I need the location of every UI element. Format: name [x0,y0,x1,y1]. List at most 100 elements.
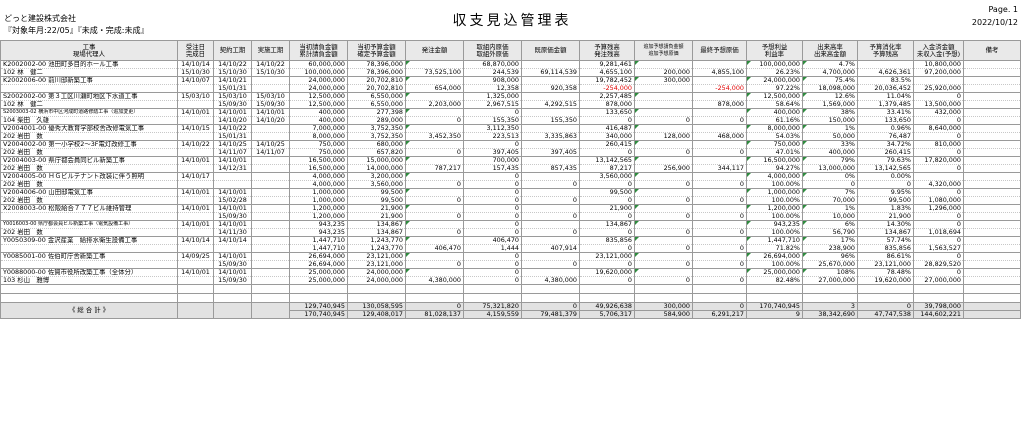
value-cell: 256,900 [634,164,693,173]
table-row: Y0016003-00 県庁都会員ビル新築工事（電気設備工事） 14/10/01 1… [0,220,1021,229]
total-value-cell: 47,747,538 [857,310,914,319]
value-cell [405,268,464,277]
value-cell: 4.7% [802,60,858,69]
value-cell: 0 [579,196,635,205]
notes-cell [963,268,1021,277]
value-cell [692,268,747,277]
value-cell [692,60,747,69]
value-cell: 300,000 [634,76,693,85]
page-number: Page. 1 [988,5,1018,14]
value-cell: 0 [913,188,964,197]
notes-cell [963,188,1021,197]
value-cell: 0 [692,260,747,269]
value-cell: 21,900 [857,212,914,221]
notes-cell [963,212,1021,221]
table-row: 15/09/30 26,694,000 23,121,000 0 0 0 0 0 0 100.00… [0,260,1021,269]
date-cell: 15/10/30 [177,68,214,77]
date-cell [177,228,214,237]
value-cell: 0 [913,116,964,125]
table-row: 15/01/31 24,000,000 20,702,810 654,000 12,35… [0,84,1021,93]
empty-cell [521,293,580,303]
value-cell: 0 [634,196,693,205]
value-cell: 2,257,485 [579,92,635,101]
value-cell: 750,000 [289,140,348,149]
value-cell: 0 [463,260,522,269]
actual-period-cell [251,124,290,133]
contract-period-cell: 15/02/28 [213,196,252,205]
value-cell [692,252,747,261]
notes-cell [963,68,1021,77]
value-cell: 4,000,000 [746,172,803,181]
actual-period-cell [251,252,290,261]
table-row: 1,447,710 1,243,770 406,470 1,444 407,914 0 0 0… [0,244,1021,253]
value-cell: 0 [463,204,522,213]
value-cell: 4,292,515 [521,100,580,109]
table-row: K2002006-00 前川邸新築工事 14/10/07 14/10/21 24,00… [0,76,1021,85]
value-cell: 68,870,000 [463,60,522,69]
empty-cell [289,284,348,294]
notes-cell [963,260,1021,269]
value-cell: 260,415 [857,148,914,157]
value-cell: 23,121,000 [347,260,406,269]
value-cell [405,220,464,229]
value-cell [692,140,747,149]
value-cell: 0 [579,212,635,221]
actual-period-cell [251,76,290,85]
total-value-cell: 3 [802,302,858,311]
value-cell: 0 [463,108,522,117]
total-value-cell: 81,028,137 [405,310,464,319]
project-cell: V2004001-00 優秀大教育学部校舎改修電気工事 [0,124,178,133]
date-cell: 14/10/15 [177,124,214,133]
value-cell: 25,920,000 [913,84,964,93]
value-cell [634,204,693,213]
value-cell: 100,000,000 [289,68,348,77]
table-row: S2002002-00 第３工区川瀬町地区下水道工事 15/03/10 15/03/… [0,92,1021,101]
value-cell [634,220,693,229]
empty-cell [463,293,522,303]
value-cell: 1,447,710 [289,244,348,253]
value-cell: 4,000,000 [289,180,348,189]
total-value-cell: 144,602,221 [913,310,964,319]
actual-period-cell [251,228,290,237]
contract-period-cell: 15/10/30 [213,68,252,77]
value-cell: 82.48% [746,276,803,285]
value-cell: 787,217 [405,164,464,173]
value-cell [405,188,464,197]
notes-cell [963,220,1021,229]
contract-period-cell [213,172,252,181]
col-header-budget-amount: 当初予算金額 確定予算金額 [347,40,406,61]
value-cell: 0 [913,148,964,157]
value-cell: 0 [405,212,464,221]
value-cell: 0 [463,212,522,221]
empty-cell [405,293,464,303]
col-header-payment: 入金済金額 未収入金(予想) [913,40,964,61]
empty-cell [857,284,914,294]
value-cell: 1,018,694 [913,228,964,237]
notes-cell [963,148,1021,157]
date-cell [177,148,214,157]
value-cell [405,204,464,213]
table-row: 15/09/30 1,200,000 21,900 0 0 0 0 0 0 100.00% 10,0… [0,212,1021,221]
value-cell [634,252,693,261]
date-cell [177,260,214,269]
value-cell: 78,396,000 [347,68,406,77]
value-cell: 26,694,000 [746,252,803,261]
value-cell [521,92,580,101]
value-cell: 25,000,000 [746,268,803,277]
value-cell: 150,000 [802,116,858,125]
actual-period-cell [251,236,290,245]
value-cell: 0 [405,260,464,269]
notes-cell [963,196,1021,205]
value-cell: 17% [802,236,858,245]
table-row: 102 林 健二 15/09/30 15/09/30 12,500,000 6,550,… [0,100,1021,109]
value-cell [521,268,580,277]
contract-period-cell: 14/11/30 [213,228,252,237]
value-cell [857,60,914,69]
value-cell: 61.16% [746,116,803,125]
value-cell: 17,820,000 [913,156,964,165]
value-cell: 0 [634,228,693,237]
actual-period-cell [251,180,290,189]
col-header-additional: 追加予想請負金額 追加予想原価 [634,40,693,61]
value-cell: 12,500,000 [746,92,803,101]
value-cell: 134,867 [579,220,635,229]
